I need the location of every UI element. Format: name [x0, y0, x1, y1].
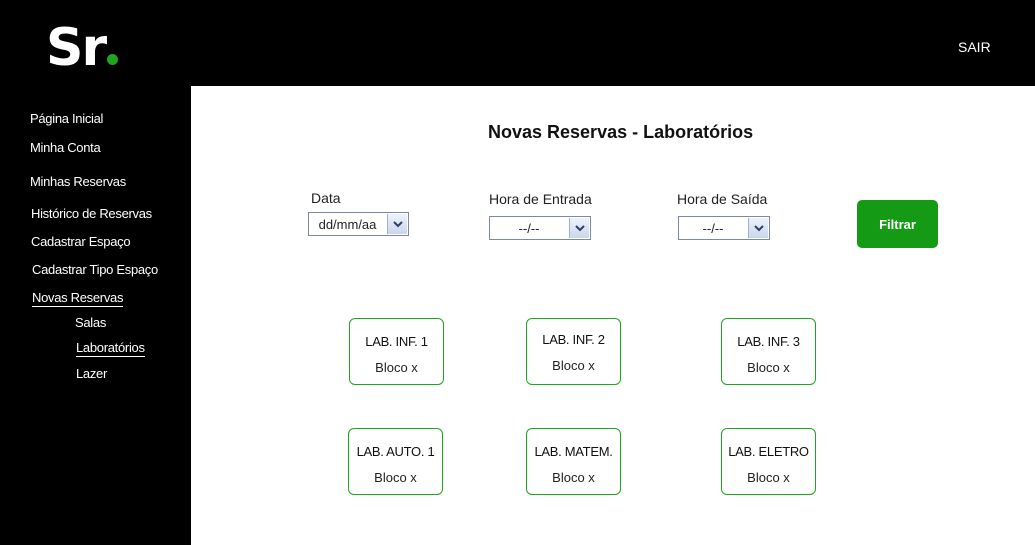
- logo-text: Sr: [46, 18, 107, 78]
- lab-card[interactable]: LAB. ELETRO Bloco x: [721, 428, 816, 495]
- page-title: Novas Reservas - Laboratórios: [488, 122, 754, 142]
- lab-name: LAB. INF. 3: [737, 334, 800, 349]
- exit-time-select-value: --/--: [702, 220, 724, 236]
- entry-time-select-value: --/--: [518, 220, 540, 236]
- exit-time-label: Hora de Saída: [677, 191, 768, 207]
- lab-block: Bloco x: [552, 358, 595, 373]
- sidebar-item-home[interactable]: Página Inicial: [30, 111, 103, 126]
- top-bar: Sr SAIR: [0, 0, 1035, 86]
- logo-dot: [107, 54, 119, 65]
- lab-name: LAB. ELETRO: [728, 444, 809, 459]
- entry-time-label: Hora de Entrada: [489, 191, 592, 207]
- lab-name: LAB. INF. 2: [542, 332, 605, 347]
- sidebar-item-register-space[interactable]: Cadastrar Espaço: [31, 234, 131, 249]
- logo: Sr: [46, 14, 119, 82]
- sidebar-item-my-reservations[interactable]: Minhas Reservas: [30, 174, 126, 189]
- entry-time-select[interactable]: --/--: [489, 216, 591, 240]
- lab-name: LAB. INF. 1: [365, 334, 428, 349]
- lab-card[interactable]: LAB. INF. 2 Bloco x: [526, 318, 621, 385]
- chevron-down-icon[interactable]: [569, 218, 589, 238]
- lab-name: LAB. MATEM.: [534, 444, 613, 459]
- lab-card[interactable]: LAB. MATEM. Bloco x: [526, 428, 621, 495]
- lab-block: Bloco x: [747, 360, 790, 375]
- chevron-down-icon[interactable]: [387, 214, 407, 234]
- sidebar-item-reservation-history[interactable]: Histórico de Reservas: [31, 206, 152, 221]
- lab-card[interactable]: LAB. INF. 1 Bloco x: [349, 318, 444, 385]
- lab-card[interactable]: LAB. INF. 3 Bloco x: [721, 318, 816, 385]
- date-select[interactable]: dd/mm/aa: [308, 212, 409, 236]
- date-select-value: dd/mm/aa: [318, 216, 377, 232]
- lab-block: Bloco x: [747, 470, 790, 485]
- sidebar-subitem-rooms[interactable]: Salas: [75, 315, 106, 330]
- lab-block: Bloco x: [552, 470, 595, 485]
- lab-card[interactable]: LAB. AUTO. 1 Bloco x: [348, 428, 443, 495]
- chevron-down-icon[interactable]: [748, 218, 768, 238]
- logout-link[interactable]: SAIR: [958, 39, 991, 55]
- exit-time-select[interactable]: --/--: [678, 216, 770, 240]
- sidebar-item-my-account[interactable]: Minha Conta: [30, 140, 101, 155]
- sidebar-subitem-leisure[interactable]: Lazer: [76, 366, 107, 381]
- filter-button[interactable]: Filtrar: [857, 200, 938, 248]
- date-label: Data: [311, 190, 341, 206]
- sidebar-subitem-laboratories[interactable]: Laboratórios: [76, 340, 145, 357]
- lab-block: Bloco x: [375, 360, 418, 375]
- sidebar-item-new-reservations[interactable]: Novas Reservas: [32, 290, 123, 307]
- lab-name: LAB. AUTO. 1: [356, 444, 435, 459]
- lab-block: Bloco x: [374, 470, 417, 485]
- sidebar-item-register-space-type[interactable]: Cadastrar Tipo Espaço: [32, 262, 158, 277]
